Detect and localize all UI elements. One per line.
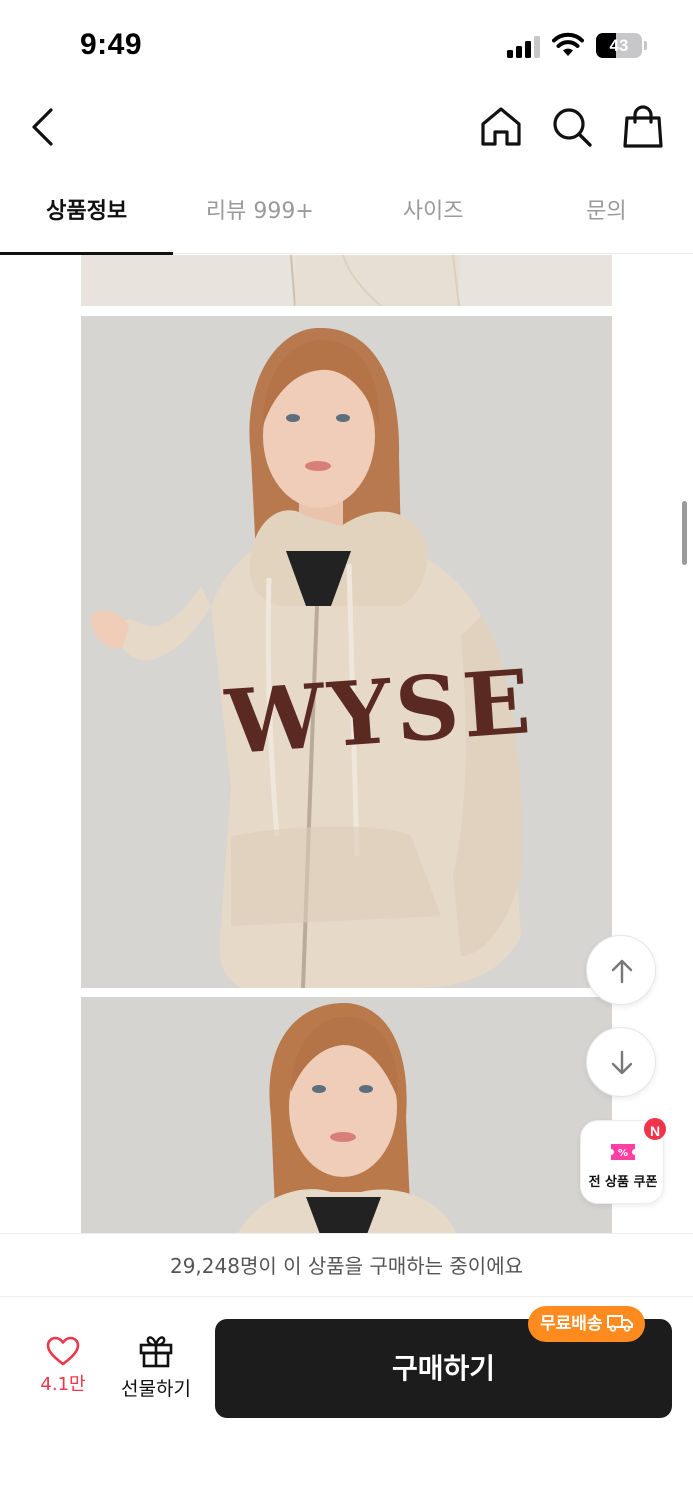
scroll-to-bottom-button[interactable] [586,1027,656,1097]
cellular-signal-icon [507,36,543,58]
shopping-bag-icon [623,105,663,148]
top-nav-bar [0,90,693,166]
shopping-bag-button[interactable] [620,104,666,150]
home-button[interactable] [478,104,524,150]
like-count: 4.1만 [40,1374,86,1395]
gift-button[interactable]: 선물하기 [110,1334,202,1406]
live-purchase-count: 29,248명이 이 상품을 구매하는 중이에요 [0,1233,693,1297]
product-image-model-hoodie: WYSE [81,316,612,988]
product-tabs: 상품정보 리뷰 999+ 사이즈 문의 [0,170,693,255]
hoodie-print-text: WYSE [222,649,538,774]
scroll-to-top-button[interactable] [586,935,656,1005]
gift-icon [139,1336,173,1368]
tab-reviews[interactable]: 리뷰 999+ [173,170,346,254]
chevron-left-icon [32,108,53,146]
like-button[interactable]: 4.1만 [30,1336,96,1406]
heart-icon [46,1336,80,1366]
truck-icon [606,1314,633,1332]
svg-text:%: % [618,1148,628,1159]
free-shipping-badge: 무료배송 [528,1306,645,1342]
bottom-action-bar: 4.1만 선물하기 구매하기 무료배송 [0,1298,693,1500]
battery-icon: 43 [596,33,648,58]
home-icon [481,107,521,146]
product-image-model-portrait [81,997,612,1233]
tab-inquiry[interactable]: 문의 [520,170,693,254]
tab-product-info[interactable]: 상품정보 [0,170,174,255]
back-button[interactable] [22,104,66,150]
tab-size[interactable]: 사이즈 [347,170,520,254]
battery-level: 43 [609,36,629,55]
status-time: 9:49 [80,28,143,61]
search-icon [553,108,592,147]
search-button[interactable] [549,104,595,150]
arrow-up-icon [611,959,633,984]
gift-label: 선물하기 [121,1378,191,1400]
product-image-partial-top [81,255,612,306]
coupon-label: 전 상품 쿠폰 [588,1175,658,1190]
free-shipping-label: 무료배송 [540,1314,603,1334]
coupon-icon: % [611,1144,635,1160]
status-bar: 9:49 43 [0,0,693,90]
product-detail-content[interactable]: WYSE [0,255,693,1233]
scrollbar-thumb[interactable] [682,501,687,565]
wifi-icon [552,32,584,56]
new-badge: N [642,1116,668,1142]
arrow-down-icon [611,1050,633,1075]
